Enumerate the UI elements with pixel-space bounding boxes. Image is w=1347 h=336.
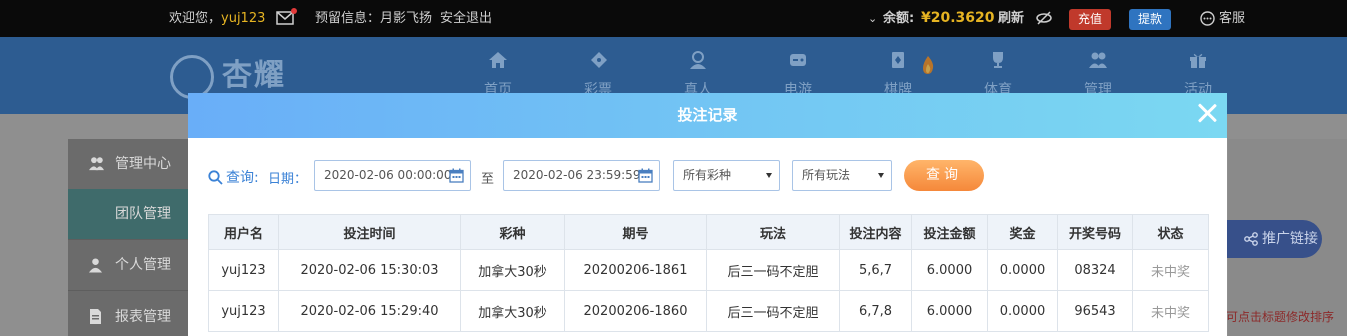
filter-bar: 查询: 日期： 2020-02-06 00:00:00 至 2020-02-06… xyxy=(188,160,1227,192)
cell-bet-time: 2020-02-06 15:29:40 xyxy=(278,290,461,332)
divider xyxy=(68,290,198,291)
username: yuj123 xyxy=(221,11,266,26)
logout-link[interactable]: 安全退出 xyxy=(440,0,492,37)
top-bar: 欢迎您，yuj123 预留信息：月影飞扬 安全退出 ⌄ 余额: ¥20.3620… xyxy=(0,0,1347,37)
sidebar-item-report-management[interactable]: 报表管理 xyxy=(68,292,198,336)
table-row[interactable]: yuj123 2020-02-06 15:29:40 加拿大30秒 202002… xyxy=(208,290,1209,332)
col-header-play[interactable]: 玩法 xyxy=(706,214,840,250)
sort-hint: 可点击标题修改排序 xyxy=(1226,310,1335,324)
nav-chess[interactable]: 棋牌 xyxy=(868,51,928,99)
cell-prize: 0.0000 xyxy=(987,290,1058,332)
people-icon xyxy=(1089,52,1107,68)
sidebar-item-personal-management[interactable]: 个人管理 xyxy=(68,240,198,290)
report-icon xyxy=(90,309,101,324)
col-header-prize[interactable]: 奖金 xyxy=(987,214,1058,250)
col-header-status[interactable]: 状态 xyxy=(1132,214,1209,250)
close-icon[interactable] xyxy=(1197,103,1217,123)
cell-issue: 20200206-1860 xyxy=(564,290,707,332)
person-icon xyxy=(88,258,103,273)
cards-icon xyxy=(892,52,904,68)
cell-issue: 20200206-1861 xyxy=(564,249,707,291)
cell-status: 未中奖 xyxy=(1132,249,1209,291)
unread-dot xyxy=(291,8,297,14)
cell-lottery: 加拿大30秒 xyxy=(460,249,565,291)
deposit-button[interactable]: 充值 xyxy=(1069,9,1112,30)
withdraw-button[interactable]: 提款 xyxy=(1129,9,1172,30)
query-label: 查询: xyxy=(208,167,259,187)
cell-lottery: 加拿大30秒 xyxy=(460,290,565,332)
sidebar-item-team-management[interactable]: 团队管理 xyxy=(68,189,198,239)
nav-events[interactable]: 活动 xyxy=(1168,51,1228,99)
cell-username: yuj123 xyxy=(208,290,279,332)
trophy-icon xyxy=(993,52,1003,68)
col-header-draw-number[interactable]: 开奖号码 xyxy=(1057,214,1133,250)
bet-records-modal: 投注记录 查询: 日期： 2020-02-06 00:00:00 至 2020-… xyxy=(188,93,1227,336)
col-header-bet-time[interactable]: 投注时间 xyxy=(278,214,461,250)
modal-header: 投注记录 xyxy=(188,93,1227,138)
chat-icon[interactable] xyxy=(1200,11,1215,27)
lottery-type-select[interactable]: 所有彩种 xyxy=(673,160,780,191)
cell-status: 未中奖 xyxy=(1132,290,1209,332)
cell-draw-number: 08324 xyxy=(1057,249,1133,291)
cell-prize: 0.0000 xyxy=(987,249,1058,291)
nav-home[interactable]: 首页 xyxy=(468,51,528,99)
calendar-icon[interactable] xyxy=(638,168,653,183)
cell-draw-number: 96543 xyxy=(1057,290,1133,332)
col-header-lottery[interactable]: 彩种 xyxy=(460,214,565,250)
cell-play: 后三一码不定胆 xyxy=(706,290,840,332)
gamepad-icon xyxy=(790,54,806,66)
fire-badge-icon xyxy=(923,56,934,74)
ticket-icon xyxy=(591,52,607,68)
cell-content: 5,6,7 xyxy=(839,249,912,291)
chevron-down-icon xyxy=(766,173,772,178)
table-header-row: 用户名 投注时间 彩种 期号 玩法 投注内容 投注金额 奖金 开奖号码 状态 xyxy=(208,214,1209,250)
reserved-info: 预留信息：月影飞扬 xyxy=(315,11,433,26)
person-icon xyxy=(690,51,706,69)
nav-live[interactable]: 真人 xyxy=(668,51,728,99)
nav-manage[interactable]: 管理 xyxy=(1068,51,1128,99)
col-header-amount[interactable]: 投注金额 xyxy=(911,214,988,250)
modal-title: 投注记录 xyxy=(677,106,738,124)
chevron-down-icon[interactable]: ⌄ xyxy=(868,0,877,37)
date-label: 日期： xyxy=(268,172,308,187)
col-header-content[interactable]: 投注内容 xyxy=(839,214,912,250)
sidebar-item-management-center[interactable]: 管理中心 xyxy=(68,139,198,189)
search-icon xyxy=(208,170,223,185)
balance-label: 余额: xyxy=(883,11,915,26)
cell-username: yuj123 xyxy=(208,249,279,291)
gift-icon xyxy=(1190,53,1206,68)
home-icon xyxy=(489,52,507,68)
cell-content: 6,7,8 xyxy=(839,290,912,332)
people-icon xyxy=(89,157,104,171)
share-icon xyxy=(1244,232,1258,246)
cell-bet-time: 2020-02-06 15:30:03 xyxy=(278,249,461,291)
balance-value: ¥20.3620 xyxy=(921,10,995,26)
col-header-username[interactable]: 用户名 xyxy=(208,214,279,250)
cell-play: 后三一码不定胆 xyxy=(706,249,840,291)
date-from-input[interactable]: 2020-02-06 00:00:00 xyxy=(314,160,471,191)
date-to-input[interactable]: 2020-02-06 23:59:59 xyxy=(503,160,660,191)
bet-records-table: 用户名 投注时间 彩种 期号 玩法 投注内容 投注金额 奖金 开奖号码 状态 y… xyxy=(208,214,1209,332)
welcome-text: 欢迎您，yuj123 xyxy=(169,11,266,26)
calendar-icon[interactable] xyxy=(449,168,464,183)
service-link[interactable]: 客服 xyxy=(1219,0,1245,37)
chevron-down-icon xyxy=(878,173,884,178)
sidebar: 管理中心 团队管理 个人管理 报表管理 xyxy=(68,139,198,336)
eye-off-icon[interactable] xyxy=(1036,11,1052,27)
query-button[interactable]: 查询 xyxy=(904,160,984,191)
to-label: 至 xyxy=(481,172,495,187)
play-type-select[interactable]: 所有玩法 xyxy=(792,160,892,191)
nav-sports[interactable]: 体育 xyxy=(968,51,1028,99)
cell-amount: 6.0000 xyxy=(911,290,988,332)
nav-lottery[interactable]: 彩票 xyxy=(568,51,628,99)
refresh-link[interactable]: 刷新 xyxy=(998,0,1024,37)
cell-amount: 6.0000 xyxy=(911,249,988,291)
col-header-issue[interactable]: 期号 xyxy=(564,214,707,250)
nav-games[interactable]: 电游 xyxy=(768,51,828,99)
table-row[interactable]: yuj123 2020-02-06 15:30:03 加拿大30秒 202002… xyxy=(208,249,1209,291)
